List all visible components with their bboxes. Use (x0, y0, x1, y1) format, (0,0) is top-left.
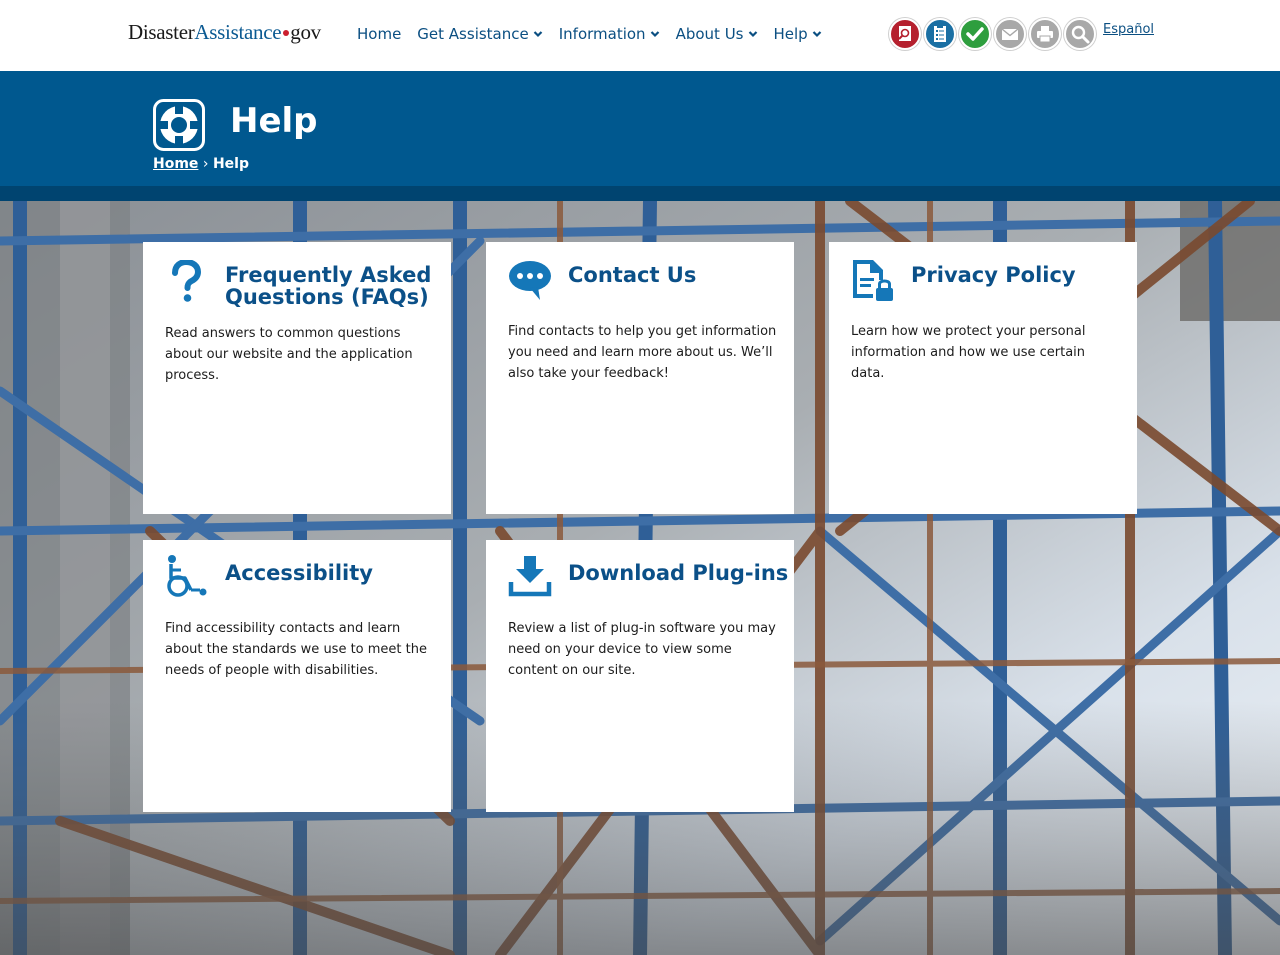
chat-bubble-icon (509, 261, 551, 300)
check-status-icon (966, 27, 984, 41)
card-accessibility-description: Find accessibility contacts and learn ab… (165, 621, 427, 678)
nav-get-assistance-label: Get Assistance (417, 25, 529, 43)
clipboard-checklist-icon (934, 25, 946, 42)
nav-home[interactable]: Home (357, 25, 401, 43)
card-contact-us-title[interactable]: Contact Us (568, 264, 788, 286)
chevron-down-icon (812, 31, 821, 38)
search-icon (1071, 25, 1090, 44)
card-faq-description: Read answers to common questions about o… (165, 326, 413, 383)
breadcrumb-separator: › (202, 156, 209, 172)
site-header: DisasterAssistance gov Home Get Assistanc… (0, 0, 1280, 71)
check-status-button[interactable] (959, 18, 991, 50)
card-privacy-policy[interactable]: Privacy Policy Learn how we protect your… (829, 242, 1137, 514)
nav-information[interactable]: Information (559, 25, 660, 43)
logo-gov: gov (290, 20, 321, 44)
logo-dot (283, 29, 290, 36)
nav-information-label: Information (558, 25, 646, 43)
print-icon (1037, 26, 1053, 43)
card-faq[interactable]: Frequently Asked Questions (FAQs) Read a… (143, 242, 451, 514)
main-nav: Home Get Assistance Information About Us… (357, 25, 822, 43)
document-lock-icon (853, 260, 893, 301)
nav-home-label: Home (357, 25, 402, 43)
print-button[interactable] (1029, 18, 1061, 50)
site-logo[interactable]: DisasterAssistance gov (128, 20, 321, 45)
email-button[interactable] (994, 18, 1026, 50)
card-download-plugins-title[interactable]: Download Plug-ins (568, 562, 793, 584)
card-download-plugins[interactable]: Download Plug-ins Review a list of plug-… (486, 540, 794, 812)
chevron-down-icon (533, 31, 543, 38)
life-preserver-icon (153, 99, 205, 151)
nav-about-us[interactable]: About Us (676, 25, 758, 43)
email-icon (1001, 28, 1019, 40)
banner-strip (0, 186, 1280, 201)
question-mark-icon (172, 260, 202, 302)
card-contact-us[interactable]: Contact Us Find contacts to help you get… (486, 242, 794, 514)
card-contact-us-description: Find contacts to help you get informatio… (508, 324, 777, 381)
nav-get-assistance[interactable]: Get Assistance (417, 25, 543, 43)
nav-help-label: Help (773, 25, 808, 43)
page-title: Help (230, 101, 318, 141)
card-privacy-policy-description: Learn how we protect your personal infor… (851, 324, 1086, 381)
chevron-down-icon (650, 31, 659, 38)
card-download-plugins-description: Review a list of plug-in software you ma… (508, 621, 776, 678)
logo-disaster: Disaster (128, 20, 195, 44)
breadcrumb-current: Help (212, 156, 249, 172)
breadcrumb-home-link[interactable]: Home (153, 156, 198, 172)
card-privacy-policy-title[interactable]: Privacy Policy (911, 264, 1131, 286)
nav-help[interactable]: Help (774, 25, 822, 43)
card-faq-title[interactable]: Frequently Asked Questions (FAQs) (225, 264, 445, 308)
search-button[interactable] (1064, 18, 1096, 50)
card-accessibility-title[interactable]: Accessibility (225, 562, 445, 584)
nav-about-us-label: About Us (675, 25, 744, 43)
espanol-link[interactable]: Español (1103, 22, 1154, 37)
page-banner: Help Home › Help (0, 71, 1280, 186)
download-icon (508, 556, 552, 597)
checklist-button[interactable] (924, 18, 956, 50)
card-accessibility[interactable]: Accessibility Find accessibility contact… (143, 540, 451, 812)
breadcrumb: Home › Help (153, 156, 249, 172)
find-assistance-icon (898, 26, 911, 41)
tool-buttons (889, 18, 1096, 50)
chevron-down-icon (748, 31, 757, 38)
find-assistance-button[interactable] (889, 18, 921, 50)
logo-assistance: Assistance (194, 20, 282, 44)
wheelchair-icon (167, 555, 207, 597)
